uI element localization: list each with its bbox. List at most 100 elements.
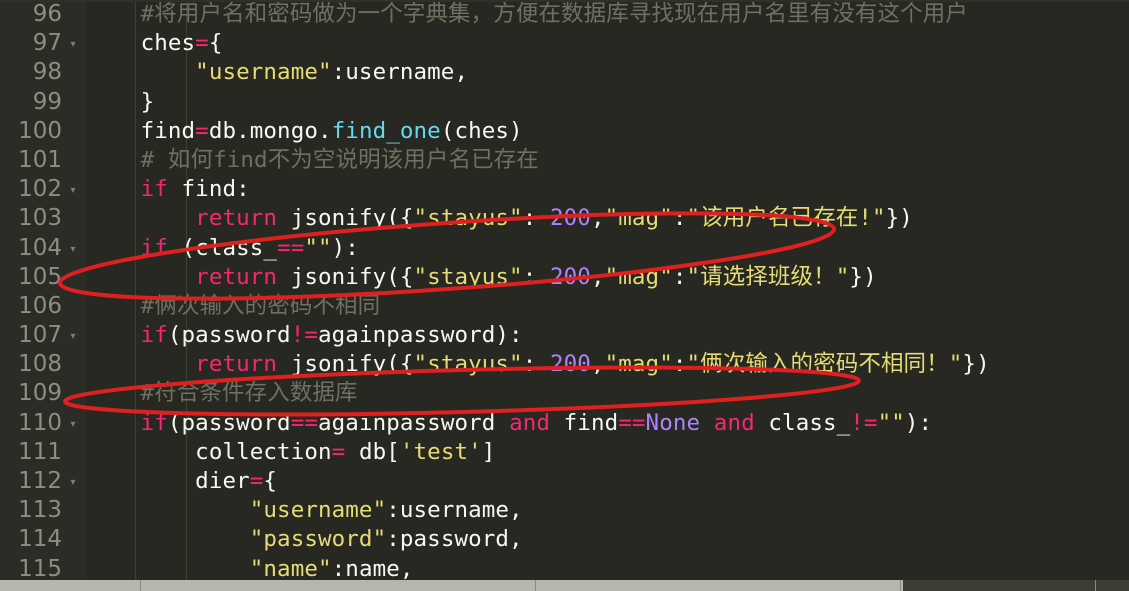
code-line[interactable]: 96 #将用户名和密码做为一个字典集，方便在数据库寻找现在用户名里有没有这个用户 bbox=[0, 0, 1129, 30]
line-number-97: 97 ▾ bbox=[0, 29, 86, 59]
line-number-104: 104 ▾ bbox=[0, 233, 86, 263]
token-plain: , bbox=[590, 351, 605, 378]
fold-arrow-icon[interactable]: ▾ bbox=[67, 467, 79, 496]
token-plain: { bbox=[263, 468, 278, 494]
token-plain: :password, bbox=[386, 526, 523, 553]
token-plain: ] bbox=[481, 438, 496, 465]
code-line[interactable]: 100 find=db.mongo.find_one(ches) bbox=[0, 116, 1129, 146]
code-line[interactable]: 108 return jsonify({"stayus": 200,"mag":… bbox=[0, 350, 1129, 380]
token-string: "username" bbox=[195, 59, 332, 86]
token-function: find_one bbox=[331, 117, 441, 144]
token-plain: : bbox=[672, 351, 687, 378]
token-comment: 不为空说明该用户名已存在 bbox=[267, 146, 539, 173]
fold-arrow-icon[interactable]: ▾ bbox=[67, 234, 79, 263]
code-line[interactable]: 101 # 如何find不为空说明该用户名已存在 bbox=[0, 145, 1129, 176]
code-line-text: find=db.mongo.find_one(ches) bbox=[86, 117, 523, 146]
fold-arrow-icon[interactable]: ▾ bbox=[67, 409, 79, 438]
token-keyword: return bbox=[195, 205, 278, 232]
code-line-text: return jsonify({"stayus": 200,"mag":"俩次输… bbox=[86, 350, 990, 379]
token-keyword: if bbox=[140, 234, 168, 261]
token-plain: (ches) bbox=[440, 117, 523, 144]
code-line[interactable]: 111 collection= db['test'] bbox=[0, 437, 1129, 467]
code-line[interactable]: 112 ▾ dier={ bbox=[0, 467, 1129, 497]
token-plain: againpassword bbox=[318, 409, 510, 436]
token-op: != bbox=[850, 409, 878, 436]
code-line-text: #将用户名和密码做为一个字典集，方便在数据库寻找现在用户名里有没有这个用户 bbox=[86, 0, 968, 29]
code-line[interactable]: 103 return jsonify({"stayus": 200,"mag":… bbox=[0, 204, 1129, 234]
code-line[interactable]: 99 } bbox=[0, 87, 1129, 117]
token-keyword: and bbox=[713, 409, 755, 436]
token-plain: , bbox=[590, 263, 605, 290]
horizontal-scrollbar[interactable] bbox=[0, 580, 1129, 591]
line-number-109: 109 bbox=[0, 379, 86, 409]
code-line-text: "password":password, bbox=[86, 525, 523, 554]
scrollbar-thumb[interactable] bbox=[0, 580, 904, 591]
token-plain: : bbox=[522, 351, 550, 378]
token-string: !" bbox=[858, 205, 886, 232]
token-string: "name" bbox=[249, 555, 332, 582]
code-line-text: dier={ bbox=[86, 467, 277, 496]
code-editor[interactable]: 96 #将用户名和密码做为一个字典集，方便在数据库寻找现在用户名里有没有这个用户… bbox=[0, 0, 1129, 591]
code-line[interactable]: 97 ▾ ches={ bbox=[0, 29, 1129, 59]
token-plain: :username, bbox=[331, 59, 469, 86]
token-comment: # bbox=[140, 380, 155, 407]
code-line[interactable]: 113 "username":username, bbox=[0, 496, 1129, 526]
fold-arrow-icon[interactable]: ▾ bbox=[67, 321, 79, 350]
code-line[interactable]: 106 #俩次输入的密码不相同 bbox=[0, 291, 1129, 322]
fold-arrow-icon[interactable]: ▾ bbox=[67, 175, 79, 204]
code-line[interactable]: 109 #符合条件存入数据库 bbox=[0, 379, 1129, 409]
token-plain: jsonify({ bbox=[277, 205, 414, 232]
token-string: "password" bbox=[249, 526, 387, 553]
token-string: "" bbox=[304, 234, 332, 261]
token-keyword: and bbox=[509, 409, 551, 436]
line-number-111: 111 bbox=[0, 437, 86, 467]
token-plain: find bbox=[550, 409, 619, 436]
token-plain: : bbox=[672, 263, 687, 290]
token-plain: : bbox=[672, 205, 687, 232]
line-number-96: 96 bbox=[0, 0, 86, 30]
scrollbar-tick bbox=[140, 580, 141, 591]
code-line-text: # 如何find不为空说明该用户名已存在 bbox=[86, 146, 539, 175]
token-plain: :name, bbox=[331, 555, 414, 582]
code-line[interactable]: 105 return jsonify({"stayus": 200,"mag":… bbox=[0, 262, 1129, 292]
token-plain: : bbox=[522, 205, 550, 232]
token-string: 该用户名已存在 bbox=[700, 205, 859, 232]
code-line[interactable]: 102 ▾ if find: bbox=[0, 175, 1129, 205]
token-number: 200 bbox=[550, 205, 591, 232]
token-plain: class_ bbox=[754, 409, 851, 436]
code-line[interactable]: 98 "username":username, bbox=[0, 58, 1129, 88]
code-line-text: return jsonify({"stayus": 200,"mag":"该用户… bbox=[86, 204, 913, 233]
code-line-text: if(password==againpassword and find==Non… bbox=[86, 409, 932, 438]
code-line[interactable]: 104 ▾ if (class_==""): bbox=[0, 233, 1129, 263]
token-op: == bbox=[290, 409, 319, 436]
line-number-100: 100 bbox=[0, 116, 86, 146]
code-line[interactable]: 110 ▾ if(password==againpassword and find… bbox=[0, 408, 1129, 438]
token-comment: # bbox=[140, 146, 168, 173]
code-line-text: if find: bbox=[86, 175, 250, 204]
token-comment: 俩次输入的密码不相同 bbox=[154, 292, 381, 319]
code-line-text: ches={ bbox=[86, 29, 223, 58]
token-string: "" bbox=[877, 409, 905, 436]
line-number-108: 108 bbox=[0, 350, 86, 380]
line-number-110: 110 ▾ bbox=[0, 408, 86, 438]
code-line[interactable]: 114 "password":password, bbox=[0, 525, 1129, 555]
code-line-text: if (class_==""): bbox=[86, 234, 359, 263]
token-op: != bbox=[290, 322, 319, 349]
token-plain: againpassword): bbox=[318, 322, 523, 349]
token-string: " bbox=[686, 263, 701, 290]
token-op: == bbox=[618, 409, 646, 436]
token-string: "stayus" bbox=[413, 205, 523, 232]
code-line[interactable]: 107 ▾ if(password!=againpassword): bbox=[0, 321, 1129, 351]
fold-arrow-icon[interactable]: ▾ bbox=[67, 29, 79, 58]
code-lines-container[interactable]: 96 #将用户名和密码做为一个字典集，方便在数据库寻找现在用户名里有没有这个用户… bbox=[0, 0, 1129, 591]
token-plain: (password bbox=[167, 409, 291, 436]
token-plain: { bbox=[208, 30, 223, 57]
